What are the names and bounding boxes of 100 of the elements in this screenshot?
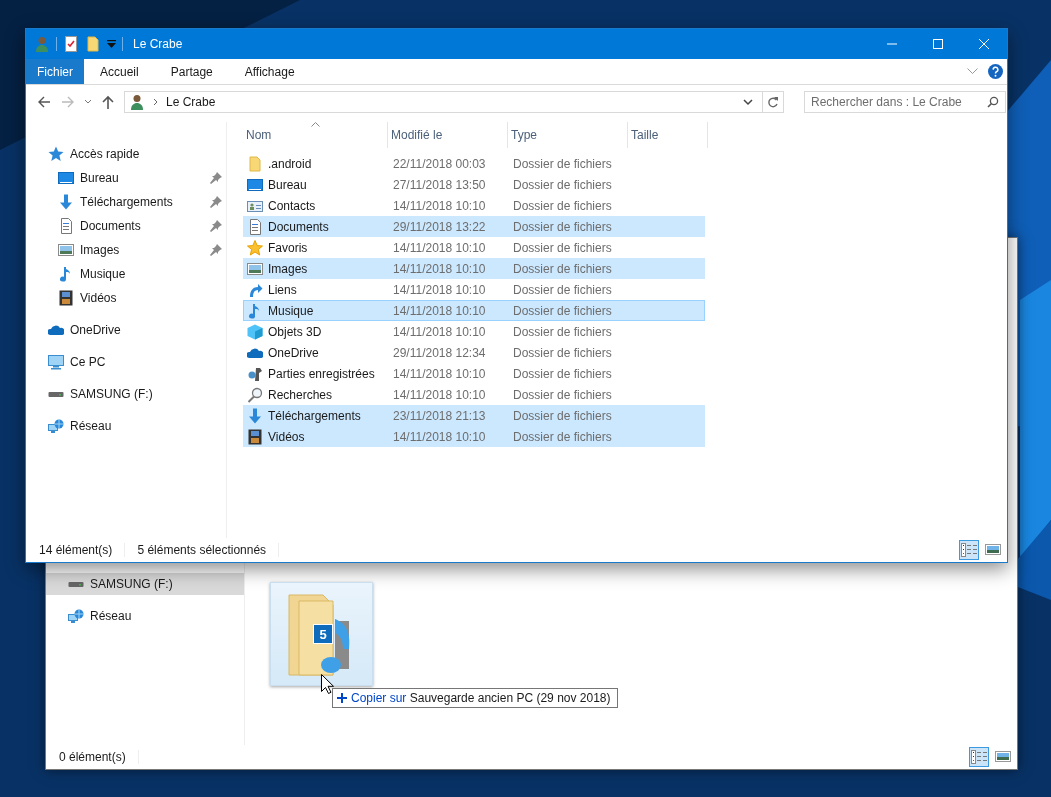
view-toggle-button[interactable]	[969, 747, 989, 767]
column-header[interactable]: Nom	[243, 122, 388, 148]
table-cell-text: Dossier de fichiers	[512, 408, 613, 423]
tooltip-text: Copier sur Sauvegarde ancien PC (29 nov 2018)	[351, 691, 611, 705]
file-name: Musique	[268, 303, 314, 318]
table-cell-text: Dossier de fichiers	[512, 282, 613, 297]
window-title: Le Crabe	[133, 37, 183, 51]
file-row[interactable]: .android 22/11/2018 00:03 Dossier de fichiers	[243, 153, 705, 174]
pin-icon[interactable]	[210, 220, 222, 232]
nav-item[interactable]: Musique	[26, 262, 226, 286]
file-name: Vidéos	[268, 429, 305, 444]
nav-item[interactable]: Vidéos	[26, 286, 226, 310]
file-row[interactable]: Recherches 14/11/2018 10:10 Dossier de fichiers	[243, 384, 705, 405]
user-icon	[129, 93, 145, 110]
file-row[interactable]: Favoris 14/11/2018 10:10 Dossier de fichiers	[243, 237, 705, 258]
document-icon	[58, 218, 74, 234]
folder-icon[interactable]	[85, 36, 101, 52]
download-arrow-icon	[58, 194, 74, 210]
file-row[interactable]: Vidéos 14/11/2018 10:10 Dossier de fichiers	[243, 426, 705, 447]
ribbon-tab[interactable]: Partage	[154, 59, 229, 84]
table-cell-text: Dossier de fichiers	[512, 261, 613, 276]
file-name: Parties enregistrées	[268, 366, 375, 381]
drive-icon	[68, 581, 84, 587]
search-field[interactable]: Rechercher dans : Le Crabe	[804, 90, 1006, 113]
file-row[interactable]: Images 14/11/2018 10:10 Dossier de fichiers	[243, 258, 705, 279]
document-icon	[247, 218, 263, 235]
help-icon[interactable]	[988, 64, 1003, 79]
file-row[interactable]: Documents 29/11/2018 13:22 Dossier de fichiers	[243, 216, 705, 237]
pin-icon[interactable]	[210, 196, 222, 208]
drive-icon	[48, 391, 64, 397]
details-view-icon	[971, 750, 987, 764]
column-header[interactable]: Type	[508, 122, 628, 148]
magnifier-icon	[247, 386, 263, 403]
close-icon[interactable]	[979, 39, 989, 49]
file-name: Recherches	[268, 387, 333, 402]
folder-icon	[247, 155, 263, 172]
maximize-icon[interactable]	[933, 39, 943, 49]
nav-item[interactable]: Ce PC	[26, 350, 226, 374]
nav-item[interactable]: SAMSUNG (F:)	[46, 573, 244, 595]
nav-item[interactable]: Accès rapide	[26, 142, 226, 166]
file-name: Téléchargements	[268, 408, 361, 423]
file-name: Bureau	[268, 177, 307, 192]
pin-icon[interactable]	[210, 244, 222, 256]
image-icon	[247, 260, 263, 277]
nav-item[interactable]: SAMSUNG (F:)	[26, 382, 226, 406]
star-icon	[48, 146, 64, 162]
pin-icon[interactable]	[210, 172, 222, 184]
table-cell-text: Dossier de fichiers	[512, 366, 613, 381]
table-cell-text: Dossier de fichiers	[512, 240, 613, 255]
selection-count: 5 éléments sélectionnés	[137, 543, 280, 557]
file-row[interactable]: Liens 14/11/2018 10:10 Dossier de fichiers	[243, 279, 705, 300]
nav-item[interactable]: Bureau	[26, 166, 226, 190]
ribbon-tab[interactable]: Accueil	[84, 59, 155, 84]
nav-item[interactable]: Images	[26, 238, 226, 262]
column-header[interactable]: Modifié le	[388, 122, 508, 148]
count-badge: 5	[313, 624, 333, 644]
file-menu-tab[interactable]: Fichier	[26, 59, 84, 84]
file-row[interactable]: Téléchargements 23/11/2018 21:13 Dossier de fichiers	[243, 405, 705, 426]
ribbon-tab[interactable]: Affichage	[228, 59, 311, 84]
file-name: .android	[268, 156, 312, 171]
image-icon	[985, 543, 1001, 557]
view-toggle-button[interactable]	[959, 540, 979, 560]
network-icon	[48, 418, 64, 434]
nav-item[interactable]: OneDrive	[26, 318, 226, 342]
game-pieces-icon	[247, 365, 263, 382]
image-icon	[995, 750, 1011, 764]
dropdown-icon[interactable]	[107, 40, 116, 48]
file-row[interactable]: Bureau 27/11/2018 13:50 Dossier de fichiers	[243, 174, 705, 195]
checklist-icon[interactable]	[63, 36, 79, 52]
nav-item[interactable]: Téléchargements	[26, 190, 226, 214]
item-count: 14 élément(s)	[39, 543, 126, 557]
table-cell-text: 14/11/2018 10:10	[392, 366, 487, 381]
desktop-icon	[247, 176, 263, 193]
table-cell-text: 29/11/2018 12:34	[392, 345, 487, 360]
table-cell-text: Dossier de fichiers	[512, 345, 613, 360]
table-cell-text: 14/11/2018 10:10	[392, 240, 487, 255]
table-cell-text: Dossier de fichiers	[512, 429, 613, 444]
file-row[interactable]: Musique 14/11/2018 10:10 Dossier de fichiers	[243, 300, 705, 321]
film-icon	[58, 290, 74, 306]
download-arrow-icon	[247, 407, 263, 424]
file-row[interactable]: Parties enregistrées 14/11/2018 10:10 Dossier de fichiers	[243, 363, 705, 384]
column-header[interactable]: Taille	[628, 122, 708, 148]
nav-item[interactable]: Réseau	[26, 414, 226, 438]
table-cell-text: Dossier de fichiers	[512, 177, 613, 192]
table-cell-text: Dossier de fichiers	[512, 156, 613, 171]
file-name: OneDrive	[268, 345, 319, 360]
nav-item[interactable]: Réseau	[46, 605, 244, 627]
details-view-icon	[961, 543, 977, 557]
refresh-icon[interactable]	[767, 95, 779, 108]
chevron-right-icon	[153, 97, 158, 106]
nav-item[interactable]: Documents	[26, 214, 226, 238]
address-bar[interactable]: Le Crabe	[124, 90, 784, 113]
file-row[interactable]: OneDrive 29/11/2018 12:34 Dossier de fichiers	[243, 342, 705, 363]
file-row[interactable]: Contacts 14/11/2018 10:10 Dossier de fichiers	[243, 195, 705, 216]
file-name: Objets 3D	[268, 324, 322, 339]
file-row[interactable]: Objets 3D 14/11/2018 10:10 Dossier de fichiers	[243, 321, 705, 342]
up-arrow-icon[interactable]	[100, 93, 116, 110]
table-cell-text: Dossier de fichiers	[512, 303, 613, 318]
chevron-down-icon[interactable]	[84, 98, 92, 105]
table-cell-text: Dossier de fichiers	[512, 198, 613, 213]
